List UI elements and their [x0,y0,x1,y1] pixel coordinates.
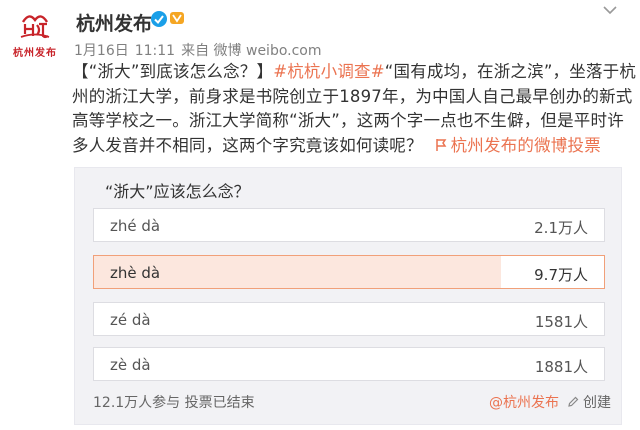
poll-card: “浙大”应该怎么念？ zhé dà 2.1万人 zhè dà 9.7万人 zé … [74,167,622,425]
poll-option-label: zhé dà [110,217,161,235]
poll-option[interactable]: zè dà 1881人 [93,347,605,381]
poll-option-label: zhè dà [110,264,161,282]
poll-link[interactable]: 杭州发布的微博投票 [434,136,601,155]
logo-text: 杭州发布 [13,48,57,59]
poll-option[interactable]: zhé dà 2.1万人 [93,208,605,242]
chevron-down-icon[interactable] [602,4,618,16]
verified-icon [151,11,167,27]
poll-option-count: 9.7万人 [534,266,588,284]
post-time[interactable]: 11:11 [135,43,175,59]
poll-option-label: zé dà [110,311,151,329]
poll-create-label: 创建 [583,395,611,411]
poll-question: “浙大”应该怎么念？ [105,182,250,201]
poll-option-bar [94,348,102,380]
hangzhou-logo-icon [20,15,50,39]
post-date[interactable]: 1月16日 [74,43,129,59]
poll-owner-link[interactable]: @杭州发布 [489,392,559,412]
pencil-icon [568,396,579,407]
poll-option-bar [94,303,101,335]
poll-link-icon [435,138,446,151]
user-name[interactable]: 杭州发布 [76,9,152,36]
poll-option-count: 1881人 [534,358,588,376]
poll-option[interactable]: zhè dà 9.7万人 [93,255,605,289]
post-meta: 1月16日 11:11 来自 微博 weibo.com [74,40,328,60]
vip-icon [170,12,184,24]
topic-link[interactable]: #杭杭小调查# [273,62,385,81]
poll-create-button[interactable]: 创建 [567,392,611,412]
poll-option-count: 1581人 [534,313,588,331]
post-lead: 【“浙大”到底该怎么念？】 [72,62,274,81]
poll-option-label: zè dà [110,356,151,374]
poll-option[interactable]: zé dà 1581人 [93,302,605,336]
poll-option-count: 2.1万人 [534,219,588,237]
avatar[interactable]: 杭州发布 [6,4,64,60]
poll-link-label: 杭州发布的微博投票 [450,135,601,155]
post-source: 来自 微博 weibo.com [181,43,322,59]
poll-footer: 12.1万人参与 投票已结束 [93,395,255,411]
post-text: 【“浙大”到底该怎么念？】#杭杭小调查#“国有成均，在浙之滨”，坐落于杭州的浙江… [72,60,638,158]
